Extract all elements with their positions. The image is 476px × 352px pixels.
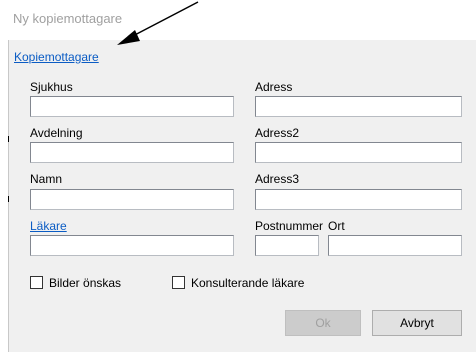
- screenshot: Ny kopiemottagare Kopiemottagare Sjukhus…: [0, 0, 476, 352]
- arrow-pointer-icon: [117, 1, 199, 45]
